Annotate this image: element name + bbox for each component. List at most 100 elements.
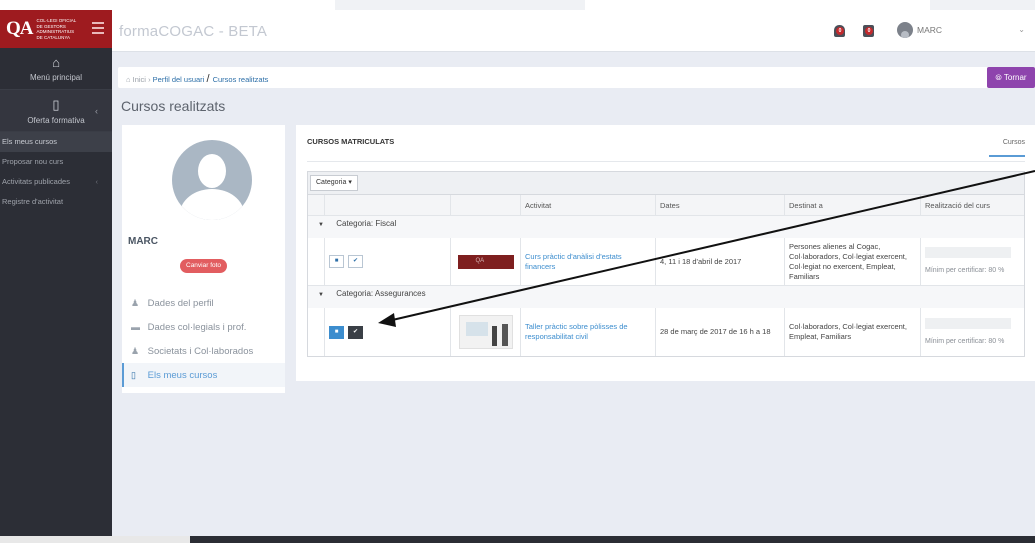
check-button[interactable]: ✔ — [348, 325, 363, 339]
tab-cursos[interactable]: Cursos — [989, 139, 1025, 157]
group-row[interactable]: ▼ Categoria: Assegurances — [308, 286, 1024, 308]
course-image — [458, 315, 513, 349]
table-row: ■ ✔ QA Curs pràctic d'anàlisi d'estats f… — [308, 238, 1024, 286]
profile-menu-societats[interactable]: ♟ Societats i Col·laborados — [122, 339, 285, 363]
course-audience: Col·laboradors, Col·legiat exercent, Emp… — [789, 322, 907, 341]
id-card-icon: ▬ — [131, 322, 140, 332]
profile-card: MARC Canviar foto ♟ Dades del perfil ▬ D… — [122, 125, 285, 393]
progress-bar — [925, 317, 1011, 329]
profile-menu-els-meus-cursos[interactable]: ▯ Els meus cursos — [122, 363, 285, 387]
nav-oferta-formativa-label: Oferta formativa — [27, 115, 85, 125]
group-label: Categoria: Assegurances — [336, 289, 426, 298]
column-header — [308, 195, 325, 215]
check-button[interactable]: ✔ — [348, 255, 363, 268]
breadcrumb: ⌂ Inici › Perfil del usuari / Cursos rea… — [126, 73, 269, 85]
sidebar-item-label: Registre d'activitat — [2, 197, 64, 206]
minimum-certify: Mínim per certificar: 80 % — [925, 267, 1005, 274]
profile-picture — [172, 140, 252, 220]
back-circle-icon: ⦾ — [995, 73, 1002, 82]
top-strip-segment — [930, 0, 1035, 10]
header-user-name[interactable]: MARC — [917, 25, 942, 35]
sidebar-item-label: Proposar nou curs — [2, 157, 64, 166]
profile-menu-label: Dades del perfil — [147, 298, 214, 309]
course-audience: Persones alienes al Cogac, Col·laborador… — [789, 241, 907, 281]
sidebar-item-els-meus-cursos[interactable]: Els meus cursos — [0, 132, 112, 152]
messages-icon[interactable]: 0 — [861, 22, 877, 40]
user-icon: ♟ — [131, 298, 140, 308]
back-button-label: Tornar — [1003, 73, 1027, 82]
chevron-left-icon: ‹ — [95, 177, 99, 186]
breadcrumb-current[interactable]: Cursos realitzats — [213, 75, 269, 84]
profile-menu-label: Els meus cursos — [147, 370, 218, 381]
chevron-left-icon: ‹ — [95, 106, 98, 116]
check-icon: ✔ — [352, 258, 359, 264]
course-dates: 4, 11 i 18 d'abril de 2017 — [660, 256, 742, 266]
browser-status-bar — [0, 536, 190, 543]
logo-text: COL·LEGI OFICIAL DE GESTORS ADMINISTRATI… — [36, 18, 77, 40]
home-icon: ⌂ — [126, 75, 131, 84]
collapse-triangle-icon[interactable]: ▼ — [318, 287, 334, 303]
chevron-down-icon[interactable]: ⌄ — [1018, 25, 1025, 34]
folder-button[interactable]: ■ — [329, 255, 344, 268]
category-dropdown-label: Categoria — [316, 179, 347, 186]
group-label: Categoria: Fiscal — [336, 219, 397, 228]
book-icon: ▯ — [131, 370, 136, 380]
sidebar-item-activitats-publicades[interactable]: Activitats publicades ‹ — [0, 172, 112, 192]
breadcrumb-home[interactable]: Inici — [133, 75, 146, 84]
sidebar: QA COL·LEGI OFICIAL DE GESTORS ADMINISTR… — [0, 10, 112, 536]
sidebar-item-registre-activitat[interactable]: Registre d'activitat — [0, 192, 112, 212]
panel-title: CURSOS MATRICULATS — [307, 137, 395, 146]
activity-link[interactable]: Taller pràctic sobre pòlisses de respons… — [525, 322, 651, 342]
page-title: Cursos realitzats — [121, 98, 226, 114]
breadcrumb-bar: ⌂ Inici › Perfil del usuari / Cursos rea… — [118, 67, 1035, 88]
activity-link[interactable]: Curs pràctic d'anàlisi d'estats financer… — [525, 252, 651, 272]
home-icon: ⌂ — [52, 55, 60, 70]
column-header — [451, 195, 521, 215]
nav-main-menu[interactable]: ⌂ Menú principal — [0, 48, 112, 90]
progress-bar — [925, 247, 1011, 258]
profile-menu-label: Societats i Col·laborados — [147, 346, 254, 357]
folder-icon: ■ — [334, 328, 339, 335]
folder-button[interactable]: ■ — [329, 325, 344, 339]
sidebar-item-proposar-nou-curs[interactable]: Proposar nou curs — [0, 152, 112, 172]
change-photo-button[interactable]: Canviar foto — [180, 259, 228, 273]
sidebar-item-label: Els meus cursos — [2, 137, 58, 146]
column-header-destinat[interactable]: Destinat a — [785, 195, 921, 215]
collapse-triangle-icon[interactable]: ▼ — [318, 217, 334, 233]
notification-badge: 0 — [836, 27, 844, 35]
user-avatar[interactable] — [897, 22, 913, 38]
column-header-activitat[interactable]: Activitat — [521, 195, 656, 215]
profile-menu-dades-collegials[interactable]: ▬ Dades col·legials i prof. — [122, 315, 285, 339]
course-thumbnail: QA — [451, 238, 521, 285]
breadcrumb-profile[interactable]: Perfil del usuari — [153, 75, 205, 84]
profile-menu: ♟ Dades del perfil ▬ Dades col·legials i… — [122, 291, 285, 387]
courses-panel: CURSOS MATRICULATS Cursos Categoria ▾ Ac… — [296, 125, 1035, 381]
table-row: ■ ✔ Taller pràctic sobre pòlisses de res… — [308, 308, 1024, 356]
profile-menu-dades-perfil[interactable]: ♟ Dades del perfil — [122, 291, 285, 315]
course-thumbnail — [451, 308, 521, 356]
book-icon: ▯ — [52, 96, 60, 112]
profile-name: MARC — [128, 236, 158, 247]
logo-mark: QA — [6, 18, 33, 39]
course-image: QA — [457, 254, 514, 269]
column-header-realitzacio[interactable]: Realització del curs — [921, 195, 1024, 215]
profile-menu-label: Dades col·legials i prof. — [147, 322, 247, 333]
logo[interactable]: QA COL·LEGI OFICIAL DE GESTORS ADMINISTR… — [0, 10, 112, 48]
notification-bell-icon[interactable]: 0 — [832, 22, 848, 40]
row-actions: ■ ✔ — [325, 308, 451, 356]
nav-main-menu-label: Menú principal — [29, 73, 83, 82]
category-dropdown[interactable]: Categoria ▾ — [310, 175, 358, 191]
course-dates: 28 de març de 2017 de 16 h a 18 — [660, 327, 771, 336]
back-button[interactable]: ⦾ Tornar — [987, 67, 1035, 88]
row-actions: ■ ✔ — [325, 238, 451, 285]
sidebar-item-label: Activitats publicades — [2, 177, 70, 186]
folder-icon: ■ — [334, 258, 339, 264]
top-header: formaCOGAC - BETA 0 0 MARC ⌄ — [112, 10, 1035, 52]
courses-grid: Categoria ▾ Activitat Dates Destinat a R… — [307, 171, 1025, 357]
nav-oferta-formativa[interactable]: ▯ Oferta formativa ‹ — [0, 90, 112, 132]
grid-header-row: Activitat Dates Destinat a Realització d… — [308, 195, 1024, 216]
group-row[interactable]: ▼ Categoria: Fiscal — [308, 216, 1024, 238]
column-header-dates[interactable]: Dates — [656, 195, 785, 215]
hamburger-menu-icon[interactable] — [92, 22, 104, 37]
group-icon: ♟ — [131, 346, 140, 356]
